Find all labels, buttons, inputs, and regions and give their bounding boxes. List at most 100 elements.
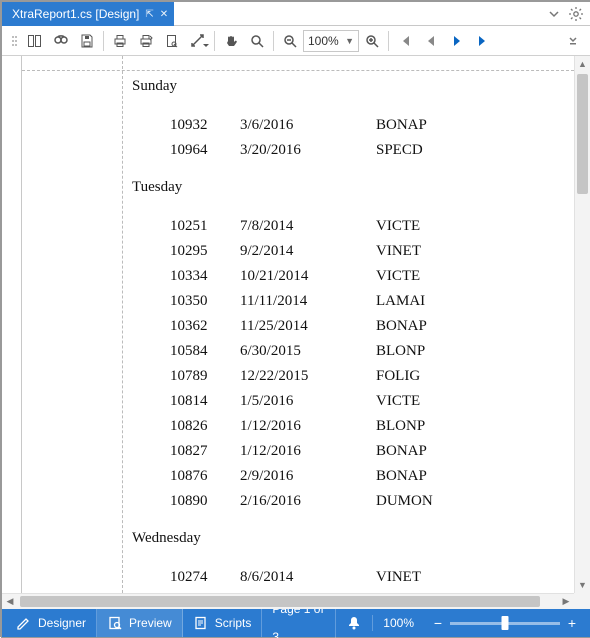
customer-code-cell: VINET bbox=[376, 239, 574, 264]
date-cell: 6/30/2015 bbox=[240, 339, 376, 364]
toolbar-grip-icon[interactable] bbox=[6, 28, 22, 54]
order-id-cell: 10932 bbox=[170, 113, 240, 138]
hand-tool-button[interactable] bbox=[218, 28, 244, 54]
scroll-right-arrow[interactable]: ▶ bbox=[558, 594, 574, 609]
date-cell: 9/2/2014 bbox=[240, 239, 376, 264]
report-page[interactable]: Sunday 109323/6/2016BONAP109643/20/2016SP… bbox=[22, 56, 574, 593]
zoom-plus-icon[interactable]: + bbox=[566, 615, 578, 631]
customer-code-cell: SPECD bbox=[376, 138, 574, 163]
customer-code-cell: LAMAI bbox=[376, 289, 574, 314]
zoom-minus-icon[interactable]: − bbox=[432, 615, 444, 631]
order-id-cell: 10890 bbox=[170, 489, 240, 514]
zoom-combo[interactable]: 100% ▼ bbox=[303, 30, 359, 52]
date-cell: 11/11/2014 bbox=[240, 289, 376, 314]
order-id-cell: 10814 bbox=[170, 389, 240, 414]
date-cell: 2/9/2016 bbox=[240, 464, 376, 489]
horizontal-scrollbar[interactable]: ◀ ▶ bbox=[2, 593, 574, 609]
document-tab-row: XtraReport1.cs [Design] ⇱ ✕ bbox=[2, 2, 590, 26]
order-id-cell: 10827 bbox=[170, 439, 240, 464]
prev-page-button[interactable] bbox=[418, 28, 444, 54]
table-row: 109323/6/2016BONAP bbox=[170, 113, 574, 138]
save-button[interactable] bbox=[74, 28, 100, 54]
date-cell: 8/6/2014 bbox=[240, 565, 376, 590]
status-zoom-pct: 100% bbox=[373, 616, 424, 630]
customer-code-cell: BONAP bbox=[376, 113, 574, 138]
order-id-cell: 10876 bbox=[170, 464, 240, 489]
customer-code-cell: VICTE bbox=[376, 389, 574, 414]
zoom-out-button[interactable] bbox=[277, 28, 303, 54]
scale-button[interactable] bbox=[185, 28, 211, 54]
zoom-in-button[interactable] bbox=[359, 28, 385, 54]
group-header: Sunday bbox=[132, 78, 574, 95]
last-page-button[interactable] bbox=[470, 28, 496, 54]
table-row: 109643/20/2016SPECD bbox=[170, 138, 574, 163]
customer-code-cell: BONAP bbox=[376, 439, 574, 464]
table-row: 105846/30/2015BLONP bbox=[170, 339, 574, 364]
group-rows: 102748/6/2014VINET bbox=[132, 565, 574, 590]
zoom-value: 100% bbox=[308, 34, 339, 48]
preview-label: Preview bbox=[129, 616, 172, 630]
parameters-panel-button[interactable] bbox=[22, 28, 48, 54]
table-row: 108902/16/2016DUMON bbox=[170, 489, 574, 514]
scroll-up-arrow[interactable]: ▲ bbox=[575, 56, 590, 72]
table-row: 108762/9/2016BONAP bbox=[170, 464, 574, 489]
customer-code-cell: VINET bbox=[376, 565, 574, 590]
customer-code-cell: BONAP bbox=[376, 314, 574, 339]
table-row: 108141/5/2016VICTE bbox=[170, 389, 574, 414]
scroll-down-arrow[interactable]: ▼ bbox=[575, 577, 590, 593]
settings-gear-icon[interactable] bbox=[568, 6, 584, 22]
designer-tab-button[interactable]: Designer bbox=[6, 609, 97, 637]
close-icon[interactable]: ✕ bbox=[160, 9, 168, 20]
table-row: 1033410/21/2014VICTE bbox=[170, 264, 574, 289]
scripts-tab-button[interactable]: Scripts bbox=[183, 609, 263, 637]
group-rows: 102517/8/2014VICTE102959/2/2014VINET1033… bbox=[132, 214, 574, 514]
window-chevron-icon[interactable] bbox=[546, 6, 562, 22]
document-tab-active[interactable]: XtraReport1.cs [Design] ⇱ ✕ bbox=[2, 2, 174, 26]
quick-print-button[interactable] bbox=[133, 28, 159, 54]
zoom-slider-track[interactable] bbox=[450, 622, 560, 625]
vertical-scroll-thumb[interactable] bbox=[577, 74, 588, 194]
table-row: 1035011/11/2014LAMAI bbox=[170, 289, 574, 314]
table-row: 1036211/25/2014BONAP bbox=[170, 314, 574, 339]
date-cell: 1/12/2016 bbox=[240, 414, 376, 439]
status-bar: Designer Preview Scripts Page 1 of 3 100… bbox=[2, 609, 590, 637]
order-id-cell: 10251 bbox=[170, 214, 240, 239]
date-cell: 7/8/2014 bbox=[240, 214, 376, 239]
date-cell: 2/16/2016 bbox=[240, 489, 376, 514]
document-viewer: Sunday 109323/6/2016BONAP109643/20/2016SP… bbox=[2, 56, 590, 609]
customer-code-cell: BONAP bbox=[376, 464, 574, 489]
vertical-scrollbar[interactable]: ▲ ▼ bbox=[574, 56, 590, 593]
date-cell: 3/20/2016 bbox=[240, 138, 376, 163]
designer-label: Designer bbox=[38, 616, 86, 630]
table-row: 102748/6/2014VINET bbox=[170, 565, 574, 590]
scroll-left-arrow[interactable]: ◀ bbox=[2, 594, 18, 609]
table-row: 108271/12/2016BONAP bbox=[170, 439, 574, 464]
zoom-slider[interactable]: − + bbox=[424, 615, 586, 631]
date-cell: 1/12/2016 bbox=[240, 439, 376, 464]
preview-tab-button[interactable]: Preview bbox=[97, 609, 183, 637]
scroll-corner bbox=[574, 593, 590, 609]
table-row: 102517/8/2014VICTE bbox=[170, 214, 574, 239]
magnifier-button[interactable] bbox=[244, 28, 270, 54]
order-id-cell: 10362 bbox=[170, 314, 240, 339]
chevron-down-icon: ▼ bbox=[339, 36, 354, 46]
print-button[interactable] bbox=[107, 28, 133, 54]
date-cell: 12/22/2015 bbox=[240, 364, 376, 389]
pin-icon[interactable]: ⇱ bbox=[145, 9, 153, 20]
horizontal-scroll-thumb[interactable] bbox=[20, 596, 540, 607]
notifications-button[interactable] bbox=[336, 615, 373, 631]
group-header: Tuesday bbox=[132, 179, 574, 196]
customer-code-cell: VICTE bbox=[376, 264, 574, 289]
toolbar-overflow-button[interactable] bbox=[560, 28, 586, 54]
next-page-button[interactable] bbox=[444, 28, 470, 54]
find-button[interactable] bbox=[48, 28, 74, 54]
order-id-cell: 10334 bbox=[170, 264, 240, 289]
group-header: Wednesday bbox=[132, 530, 574, 547]
order-id-cell: 10584 bbox=[170, 339, 240, 364]
vertical-ruler bbox=[2, 56, 22, 593]
date-cell: 1/5/2016 bbox=[240, 389, 376, 414]
first-page-button[interactable] bbox=[392, 28, 418, 54]
order-id-cell: 10350 bbox=[170, 289, 240, 314]
document-tab-title: XtraReport1.cs [Design] bbox=[12, 7, 139, 21]
page-setup-button[interactable] bbox=[159, 28, 185, 54]
